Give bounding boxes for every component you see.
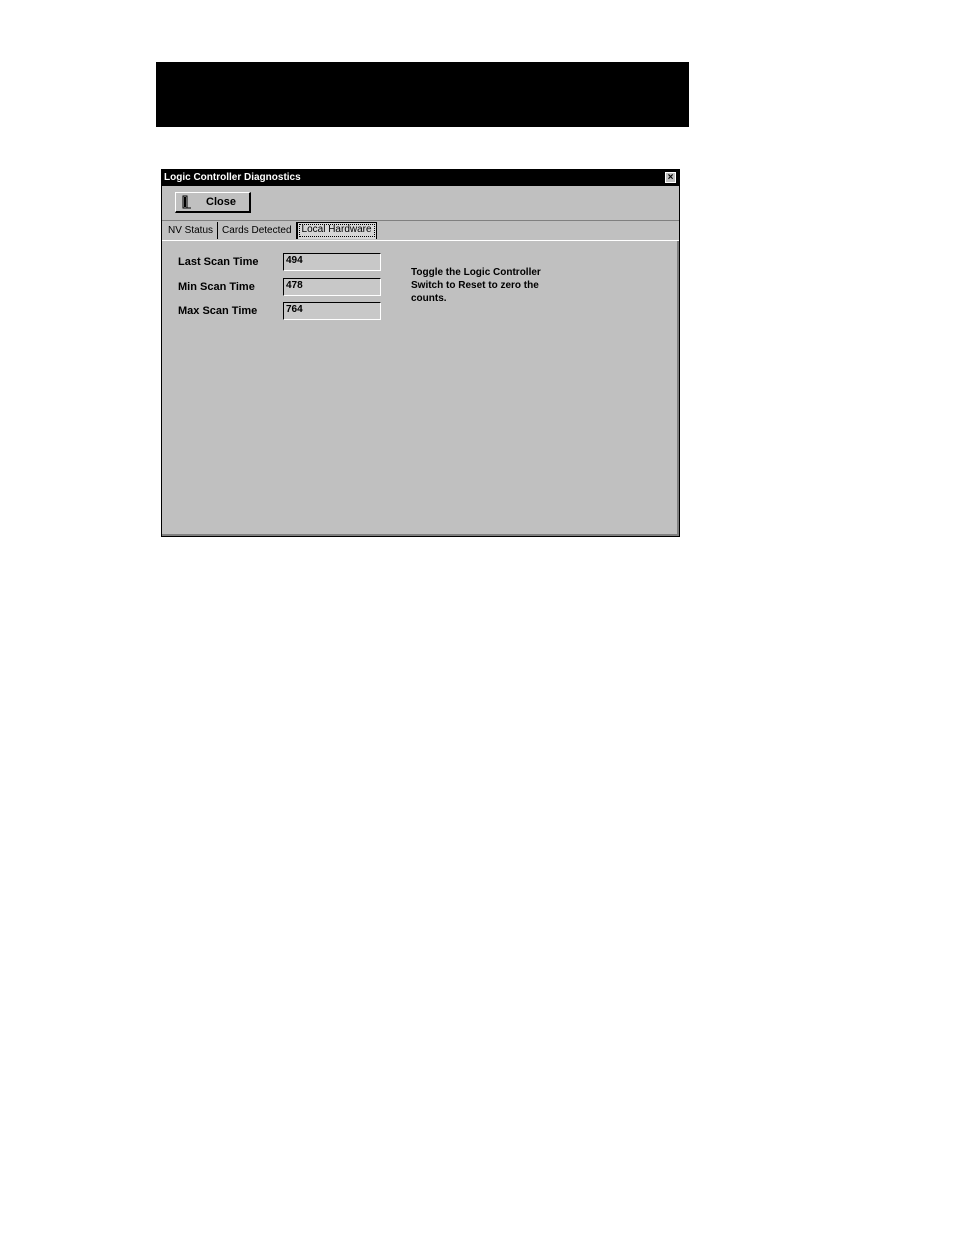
diagnostics-window: Logic Controller Diagnostics × Close NV … (161, 169, 680, 537)
toolbar: Close (162, 186, 679, 221)
window-shadow-right (677, 241, 679, 536)
window-title: Logic Controller Diagnostics (164, 172, 301, 183)
window-close-icon[interactable]: × (665, 172, 676, 183)
tab-divider (162, 240, 679, 241)
min-scan-time-label: Min Scan Time (178, 281, 255, 293)
tab-nv-status[interactable]: NV Status (164, 222, 219, 239)
tab-local-hardware[interactable]: Local Hardware (296, 222, 377, 239)
window-shadow-bottom (162, 534, 679, 536)
window-titlebar: Logic Controller Diagnostics × (162, 170, 679, 186)
tab-cards-detected[interactable]: Cards Detected (218, 222, 297, 239)
page-header-bar (156, 62, 689, 127)
close-button-label: Close (206, 196, 236, 208)
min-scan-time-field: 478 (283, 278, 381, 296)
max-scan-time-field: 764 (283, 302, 381, 320)
max-scan-time-label: Max Scan Time (178, 305, 258, 317)
last-scan-time-field: 494 (283, 253, 381, 271)
tab-strip: NV Status Cards Detected Local Hardware (164, 222, 377, 240)
door-exit-icon (182, 195, 191, 209)
close-button[interactable]: Close (175, 192, 251, 213)
reset-instruction-text: Toggle the Logic Controller Switch to Re… (411, 267, 541, 304)
last-scan-time-label: Last Scan Time (178, 256, 259, 268)
